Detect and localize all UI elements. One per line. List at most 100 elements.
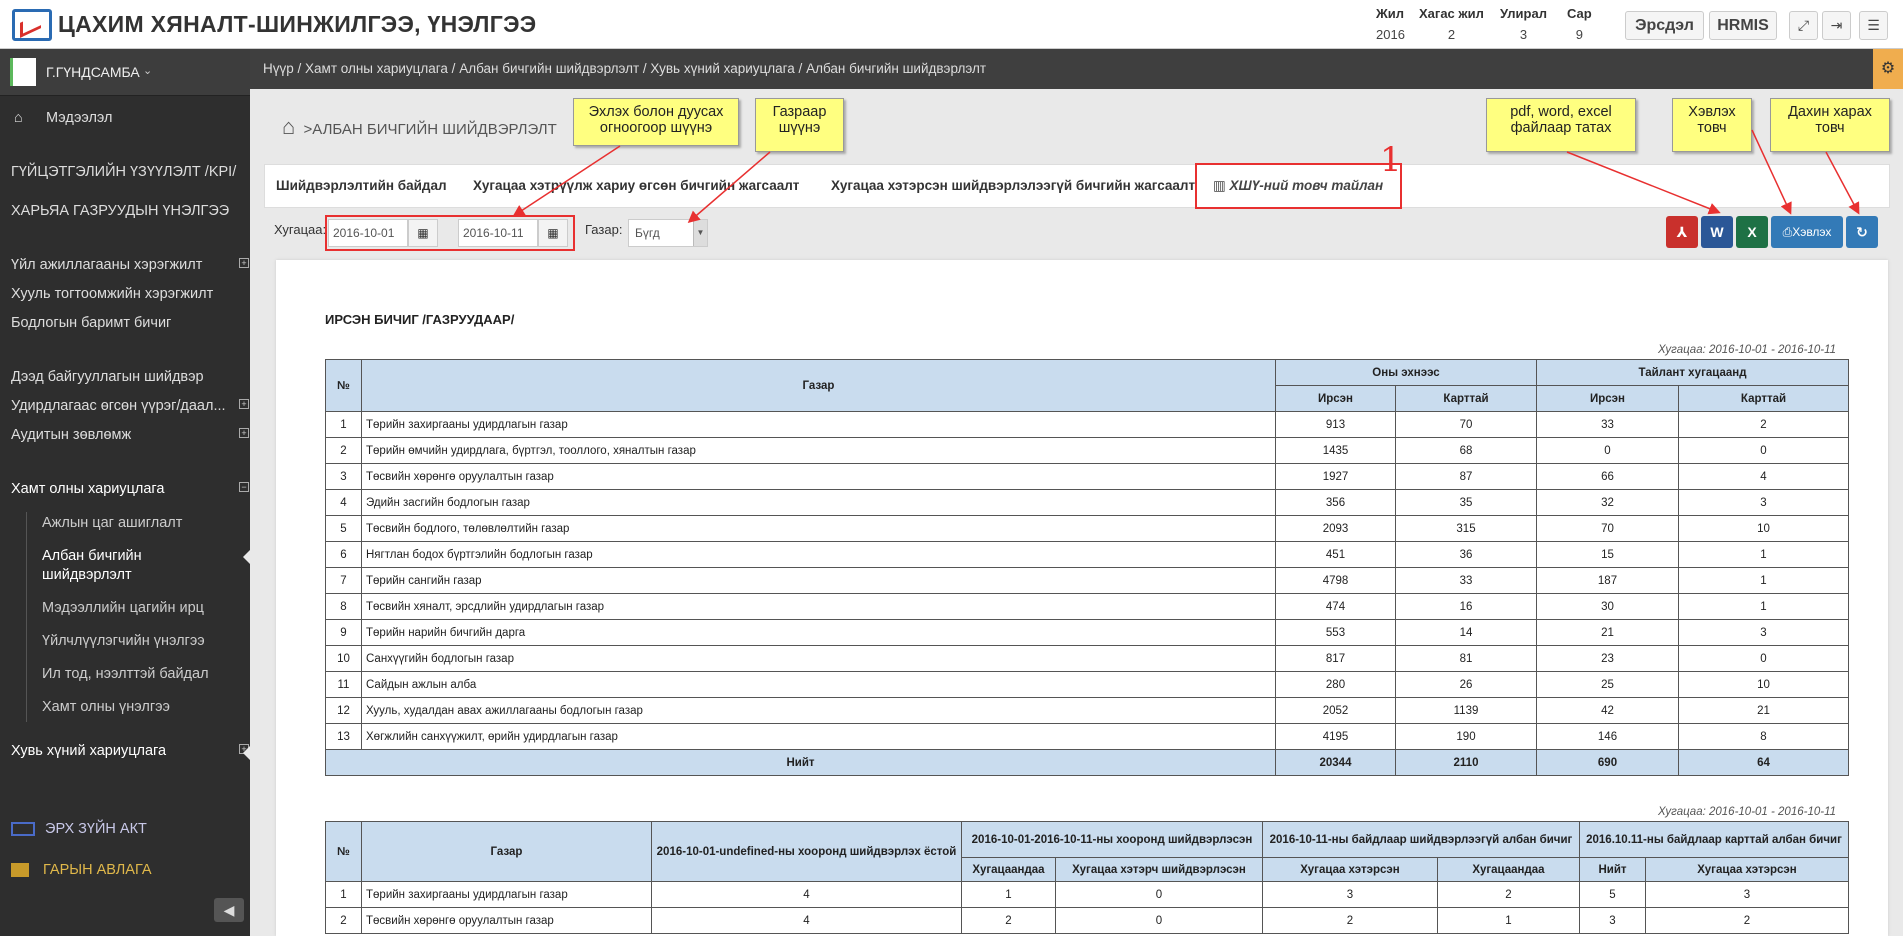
expand-plus-icon[interactable]: + — [239, 399, 249, 409]
table-cell: 4195 — [1275, 723, 1396, 750]
tab-bar: Шийдвэрлэлтийн байдал Хугацаа хэтрүүлж х… — [264, 164, 1890, 208]
highlight-date-filter — [325, 215, 575, 251]
breadcrumb-item[interactable]: Албан бичгийн шийдвэрлэлт — [459, 61, 639, 76]
resolution-table: № Газар 2016-10-01-undefined-ны хооронд … — [325, 821, 1849, 934]
ersdel-button[interactable]: Эрсдэл — [1625, 11, 1704, 40]
chevron-down-icon[interactable]: ⌄ — [143, 64, 152, 77]
sidebar-item-higher[interactable]: Дээд байгууллагын шийдвэр — [11, 369, 261, 385]
sidebar-subitem-active[interactable]: Албан бичгийн шийдвэрлэлт — [42, 547, 212, 585]
report-title: ИРСЭН БИЧИГ /ГАЗРУУДААР/ — [325, 312, 515, 327]
chevron-down-icon: ▼ — [693, 220, 707, 246]
quarter-period: Улирал 3 — [1500, 6, 1547, 42]
user-name: Г.ГҮНДСАМБА — [46, 64, 140, 80]
sidebar-item-team[interactable]: Хамт олны хариуцлага − — [11, 481, 261, 497]
excel-icon: X — [1747, 224, 1757, 240]
expand-plus-icon[interactable]: + — [239, 428, 249, 438]
pdf-export-button[interactable]: ⅄ — [1666, 216, 1698, 248]
table-cell: 1927 — [1275, 463, 1396, 490]
table-cell: 4 — [325, 489, 362, 516]
collapse-sidebar-icon[interactable]: ◀ — [214, 898, 244, 922]
sidebar-subitem[interactable]: Мэдээллийн цагийн ирц — [42, 600, 204, 616]
table-cell: 14 — [1395, 619, 1537, 646]
tab-overdue-unresolved[interactable]: Хугацаа хэтэрсэн шийдвэрлэлээгүй бичгийн… — [831, 178, 1195, 193]
table-cell: Хөгжлийн санхүүжилт, өрийн удирдлагын га… — [361, 723, 1276, 750]
table-cell: 68 — [1395, 437, 1537, 464]
table-cell: 36 — [1395, 541, 1537, 568]
hamburger-icon[interactable]: ☰ — [1859, 11, 1888, 40]
sidebar-subitem[interactable]: Хамт олны үнэлгээ — [42, 699, 170, 715]
table-cell: 35 — [1395, 489, 1537, 516]
table-cell: 26 — [1395, 671, 1537, 698]
table-cell: 3 — [1645, 881, 1849, 908]
expand-plus-icon[interactable]: + — [239, 258, 249, 268]
col-header: Хугацаа хэтэрч шийдвэрлэсэн — [1055, 857, 1263, 882]
breadcrumb-item[interactable]: Нүүр — [263, 61, 294, 76]
table-row: 5 Төсвийн бодлого, төлөвлөлтийн газар 2093… — [325, 515, 1849, 542]
expand-icon[interactable]: ⤢ — [1789, 11, 1818, 40]
sidebar-item-policy[interactable]: Бодлогын баримт бичиг — [11, 315, 261, 331]
excel-export-button[interactable]: X — [1736, 216, 1768, 248]
sidebar-item-receivable[interactable]: ГАРЫН АВЛАГА — [11, 862, 261, 878]
table-cell: 4 — [651, 907, 962, 934]
sidebar-item-mgmt[interactable]: Удирдлагаас өгсөн үүрэг/даал... + — [11, 398, 261, 414]
tab-status[interactable]: Шийдвэрлэлтийн байдал — [276, 178, 447, 193]
table-cell: 553 — [1275, 619, 1396, 646]
col-header: Карттай — [1678, 385, 1849, 412]
table-cell: 10 — [1678, 515, 1849, 542]
table-cell: 2 — [1645, 907, 1849, 934]
refresh-button[interactable]: ↻ — [1846, 216, 1878, 248]
table-cell: 913 — [1275, 411, 1396, 438]
breadcrumb-item[interactable]: Хувь хүний хариуцлага — [650, 61, 794, 76]
table-cell: 280 — [1275, 671, 1396, 698]
sidebar-item-ops[interactable]: Үйл ажиллагааны хэрэгжилт + — [11, 257, 261, 273]
place-select[interactable]: Бүгд ▼ — [628, 219, 708, 247]
table-row: 13 Хөгжлийн санхүүжилт, өрийн удирдлагын … — [325, 723, 1849, 750]
sidebar-item-kpi[interactable]: ГҮЙЦЭТГЭЛИЙН ҮЗҮҮЛЭЛТ /KPI/ — [11, 164, 261, 180]
sidebar-item-sub-eval[interactable]: ХАРЬЯА ГАЗРУУДЫН ҮНЭЛГЭЭ — [11, 203, 261, 219]
sidebar-item-law[interactable]: Хууль тогтоомжийн хэрэгжилт — [11, 286, 261, 302]
sidebar-subitem[interactable]: Үйлчлүүлэгчийн үнэлгээ — [42, 633, 205, 649]
table-cell: 190 — [1395, 723, 1537, 750]
half-year-period: Хагас жил 2 — [1419, 6, 1484, 42]
place-label: Газар: — [585, 222, 623, 237]
logout-icon[interactable]: ⇥ — [1822, 11, 1851, 40]
collapse-minus-icon[interactable]: − — [239, 482, 249, 492]
sidebar-item-legal[interactable]: ЭРХ ЗҮЙН АКТ — [11, 821, 261, 837]
word-export-button[interactable]: W — [1701, 216, 1733, 248]
callout-refresh: Дахин харах товч — [1770, 98, 1890, 152]
table-cell: 23 — [1536, 645, 1679, 672]
table-cell: Төрийн захиргааны удирдлагын газар — [361, 411, 1276, 438]
table-cell: 1435 — [1275, 437, 1396, 464]
sidebar-item-audit[interactable]: Аудитын зөвлөмж + — [11, 427, 261, 443]
table-cell: Сайдын ажлын алба — [361, 671, 1276, 698]
col-header: 2016-10-01-2016-10-11-ны хооронд шийдвэр… — [961, 821, 1263, 858]
breadcrumb-current: Албан бичгийн шийдвэрлэлт — [806, 61, 987, 76]
gear-icon[interactable]: ⚙ — [1873, 49, 1903, 89]
table-cell: Төрийн захиргааны удирдлагын газар — [361, 881, 652, 908]
org-chart-icon — [11, 822, 35, 837]
col-header: Оны эхнээс — [1275, 359, 1537, 386]
col-header: Хугацаа хэтэрсэн — [1262, 857, 1438, 882]
print-button[interactable]: ⎙Хэвлэх — [1771, 216, 1843, 248]
word-icon: W — [1710, 224, 1724, 240]
tab-late-replied[interactable]: Хугацаа хэтрүүлж хариу өгсөн бичгийн жаг… — [473, 178, 799, 193]
table-cell: Төсвийн хөрөнгө оруулалтын газар — [361, 907, 652, 934]
sidebar-item-info[interactable]: ⌂ Мэдээлэл — [14, 110, 264, 126]
sidebar-subitem[interactable]: Ил тод, нээлттэй байдал — [42, 666, 209, 682]
sidebar-subitem[interactable]: Ажлын цаг ашиглалт — [42, 515, 182, 531]
table-cell: 10 — [325, 645, 362, 672]
table-row: 8 Төсвийн хяналт, эрсдлийн удирдлагын газ… — [325, 593, 1849, 620]
report2-period: Хугацаа: 2016-10-01 - 2016-10-11 — [1658, 806, 1837, 818]
table-cell: 2 — [1437, 881, 1580, 908]
callout-date-filter: Эхлэх болон дуусах огноогоор шүүнэ — [573, 98, 739, 146]
highlight-summary-tab — [1195, 163, 1402, 209]
hrmis-button[interactable]: HRMIS — [1709, 11, 1777, 40]
table-cell: Нягтлан бодох бүртгэлийн бодлогын газар — [361, 541, 1276, 568]
user-bar[interactable]: Г.ГҮНДСАМБА ⌄ — [0, 49, 250, 96]
breadcrumb-item[interactable]: Хамт олны хариуцлага — [305, 61, 448, 76]
col-header: 2016-10-01-undefined-ны хооронд шийдвэрл… — [651, 821, 962, 882]
table-cell: 10 — [1678, 671, 1849, 698]
table-cell: 2093 — [1275, 515, 1396, 542]
table-cell: 7 — [325, 567, 362, 594]
sidebar-item-personal[interactable]: Хувь хүний хариуцлага + — [11, 743, 261, 759]
